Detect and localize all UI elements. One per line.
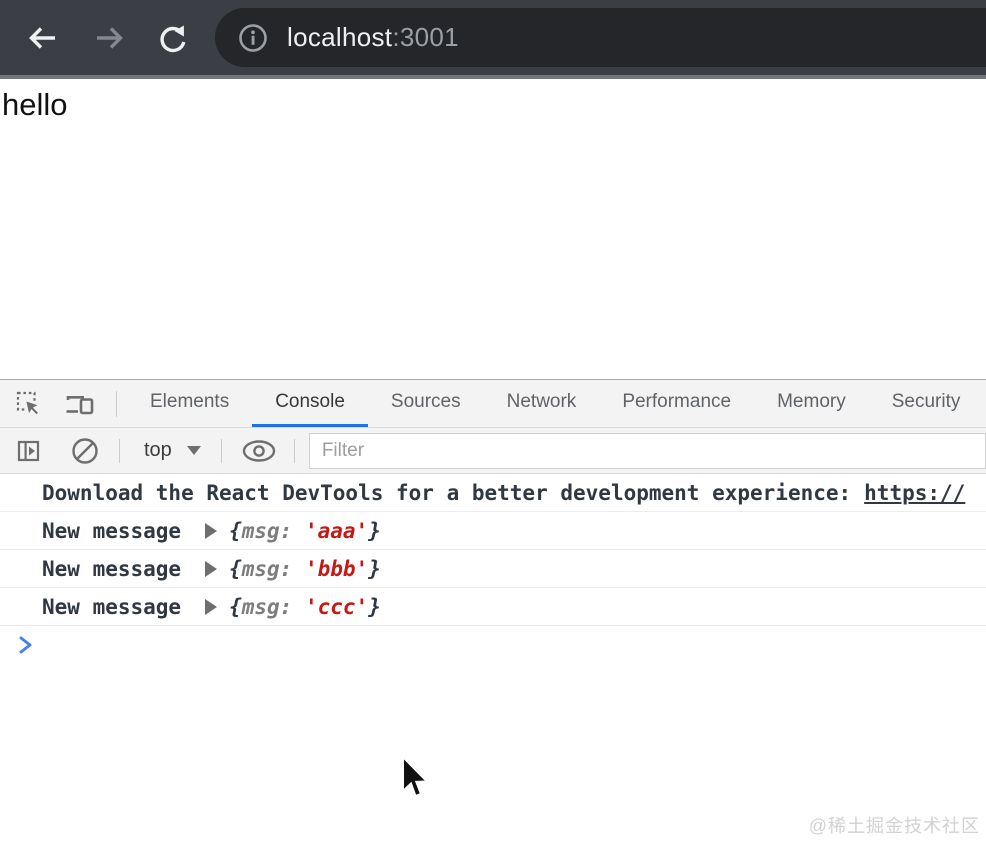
context-selector[interactable]: top <box>144 439 201 462</box>
tab-elements[interactable]: Elements <box>127 380 252 427</box>
url-text[interactable]: localhost:3001 <box>287 22 459 53</box>
device-toolbar-icon <box>66 395 94 414</box>
clear-console-icon <box>72 437 98 464</box>
live-expression-button[interactable] <box>240 439 278 463</box>
console-toolbar: top <box>0 428 986 474</box>
address-bar[interactable]: localhost:3001 <box>215 8 986 67</box>
toolbar-separator <box>220 438 222 463</box>
toolbar-separator <box>119 438 120 463</box>
info-message-text: Download the React DevTools for a better… <box>42 480 852 505</box>
device-toolbar-button[interactable] <box>64 380 96 427</box>
arrow-left-icon <box>29 26 55 49</box>
console-log-row: New message {msg: 'ccc'} <box>0 588 986 626</box>
log-message-label: New message <box>42 594 182 619</box>
eye-icon <box>242 439 276 462</box>
url-port: :3001 <box>392 22 459 52</box>
object-preview[interactable]: {msg: 'bbb'} <box>229 557 381 581</box>
chevron-right-icon <box>19 636 32 654</box>
log-message-label: New message <box>42 556 182 581</box>
triangle-right-icon[interactable] <box>205 560 218 577</box>
triangle-right-icon[interactable] <box>205 522 218 539</box>
browser-toolbar: localhost:3001 <box>0 0 986 79</box>
devtools-tab-strip: Elements Console Sources Network Perform… <box>0 380 986 428</box>
show-sidebar-icon <box>17 440 40 461</box>
tab-sources[interactable]: Sources <box>368 380 484 427</box>
log-message-label: New message <box>42 518 182 543</box>
triangle-right-icon[interactable] <box>205 598 218 615</box>
page-text: hello <box>2 87 68 122</box>
info-icon <box>239 23 267 52</box>
object-preview[interactable]: {msg: 'aaa'} <box>229 519 381 543</box>
clear-console-button[interactable] <box>68 436 102 466</box>
back-button[interactable] <box>24 19 62 57</box>
page-content: hello <box>0 83 986 379</box>
console-log-row: New message {msg: 'aaa'} <box>0 512 986 550</box>
url-host: localhost <box>287 22 393 52</box>
context-selector-value: top <box>144 439 172 461</box>
console-messages: Download the React DevTools for a better… <box>0 474 986 664</box>
forward-button[interactable] <box>90 19 128 57</box>
arrow-right-icon <box>97 26 123 49</box>
devtools-download-link[interactable]: https:// <box>864 481 965 505</box>
toolbar-separator <box>293 438 295 463</box>
console-log-row: New message {msg: 'bbb'} <box>0 550 986 588</box>
tab-security[interactable]: Security <box>869 380 984 427</box>
console-sidebar-button[interactable] <box>17 439 41 463</box>
object-preview[interactable]: {msg: 'ccc'} <box>229 595 381 619</box>
tab-memory[interactable]: Memory <box>754 380 869 427</box>
tab-console[interactable]: Console <box>252 380 368 427</box>
watermark: @稀土掘金技术社区 <box>808 816 980 836</box>
inspect-element-icon <box>16 391 41 417</box>
reload-icon <box>160 25 186 52</box>
caret-down-icon <box>186 446 201 455</box>
inspect-element-button[interactable] <box>16 380 42 427</box>
tab-performance[interactable]: Performance <box>599 380 754 427</box>
filter-input[interactable] <box>308 432 986 469</box>
tab-network[interactable]: Network <box>484 380 600 427</box>
reload-button[interactable] <box>154 19 192 57</box>
devtools-panel: Elements Console Sources Network Perform… <box>0 379 986 842</box>
console-prompt[interactable] <box>0 626 986 664</box>
console-info-message: Download the React DevTools for a better… <box>0 474 986 512</box>
